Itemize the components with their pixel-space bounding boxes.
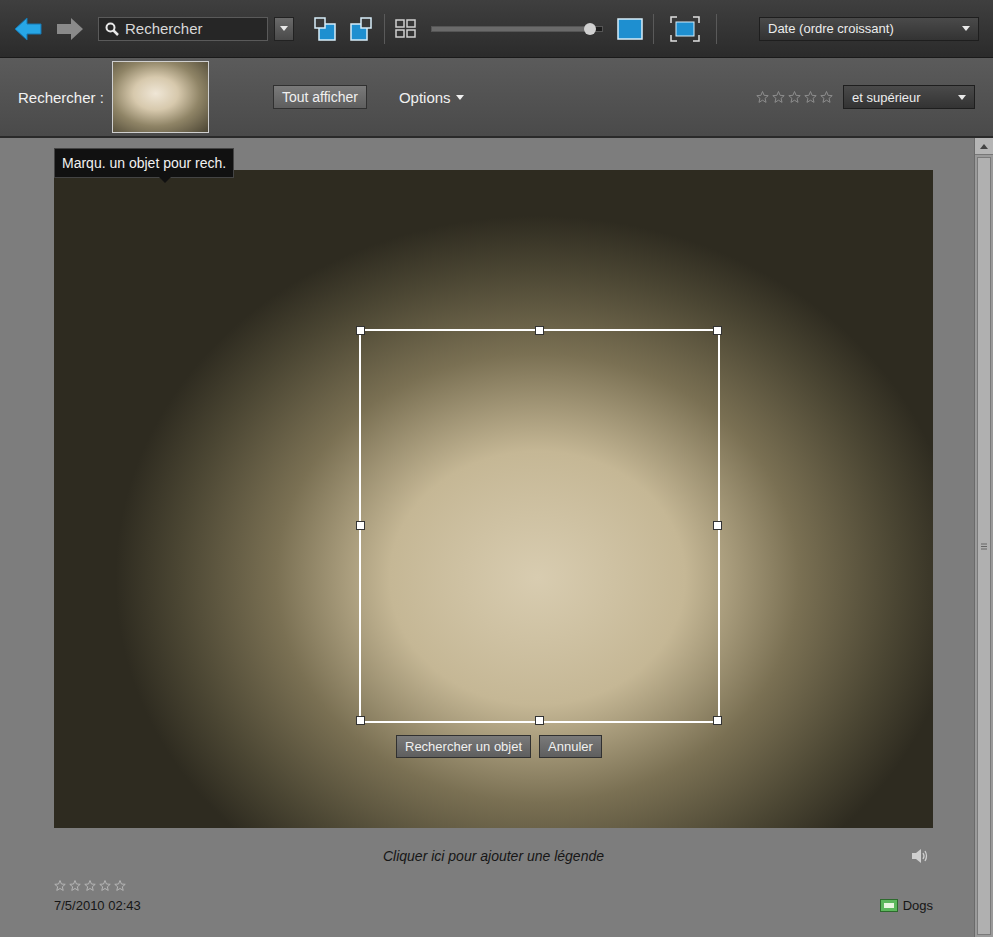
tag-list: Dogs bbox=[880, 898, 933, 913]
separator bbox=[384, 14, 385, 44]
rotate-right-icon[interactable] bbox=[348, 15, 374, 43]
separator bbox=[716, 14, 717, 44]
grip-icon bbox=[980, 543, 988, 550]
search-label[interactable]: Rechercher bbox=[125, 20, 203, 37]
show-all-button[interactable]: Tout afficher bbox=[273, 85, 367, 109]
zoom-slider-thumb[interactable] bbox=[584, 23, 596, 35]
star-icon[interactable] bbox=[114, 880, 126, 892]
selection-buttons: Rechercher un objet Annuler bbox=[396, 735, 602, 758]
top-toolbar: Rechercher Date (ordre croissant) bbox=[0, 0, 993, 58]
options-menu[interactable]: Options bbox=[399, 89, 464, 106]
dropdown-arrow-icon bbox=[962, 26, 970, 31]
magnifier-icon bbox=[105, 22, 119, 36]
resize-handle[interactable] bbox=[713, 521, 722, 530]
resize-handle[interactable] bbox=[356, 326, 365, 335]
fullscreen-icon[interactable] bbox=[670, 16, 700, 42]
up-arrow-icon bbox=[980, 144, 988, 149]
dropdown-arrow-icon bbox=[958, 95, 966, 100]
photo-meta: 7/5/2010 02:43 bbox=[54, 880, 141, 913]
star-rating[interactable] bbox=[54, 880, 141, 892]
scroll-thumb[interactable] bbox=[977, 157, 991, 935]
dropdown-arrow-icon bbox=[456, 95, 464, 100]
find-label: Rechercher : bbox=[18, 89, 104, 106]
search-field[interactable]: Rechercher bbox=[98, 17, 268, 41]
photo-info: 7/5/2010 02:43 Dogs bbox=[54, 880, 933, 913]
star-icon[interactable] bbox=[804, 91, 817, 104]
zoom-slider-fill bbox=[432, 27, 590, 31]
sort-value[interactable]: Date (ordre croissant) bbox=[768, 21, 894, 36]
main-area: Rechercher un objet Annuler Marqu. un obje… bbox=[0, 138, 993, 937]
cancel-button[interactable]: Annuler bbox=[539, 735, 602, 758]
tag-icon bbox=[880, 899, 898, 912]
star-icon[interactable] bbox=[69, 880, 81, 892]
find-bar: Rechercher : Tout afficher Options et supér… bbox=[0, 58, 993, 138]
find-object-button[interactable]: Rechercher un objet bbox=[396, 735, 531, 758]
star-icon[interactable] bbox=[772, 91, 785, 104]
resize-handle[interactable] bbox=[713, 716, 722, 725]
star-icon[interactable] bbox=[756, 91, 769, 104]
back-arrow-icon[interactable] bbox=[14, 16, 42, 42]
star-icon[interactable] bbox=[820, 91, 833, 104]
resize-handle[interactable] bbox=[713, 326, 722, 335]
resize-handle[interactable] bbox=[535, 716, 544, 725]
tag[interactable]: Dogs bbox=[880, 898, 933, 913]
star-icon[interactable] bbox=[99, 880, 111, 892]
search-thumbnail bbox=[112, 61, 209, 133]
tooltip-arrow bbox=[159, 177, 171, 183]
star-icon[interactable] bbox=[54, 880, 66, 892]
caption-row: Cliquer ici pour ajouter une légende bbox=[54, 846, 933, 866]
resize-handle[interactable] bbox=[356, 716, 365, 725]
photo-date: 7/5/2010 02:43 bbox=[54, 898, 141, 913]
star-rating[interactable] bbox=[756, 91, 833, 104]
star-icon[interactable] bbox=[788, 91, 801, 104]
rating-filter-value[interactable]: et supérieur bbox=[852, 90, 921, 105]
selection-rectangle[interactable] bbox=[359, 329, 720, 723]
tag-label[interactable]: Dogs bbox=[903, 898, 933, 913]
separator bbox=[653, 14, 654, 44]
photo-view: Rechercher un objet Annuler Marqu. un obje… bbox=[0, 138, 974, 937]
tooltip: Marqu. un objet pour rech. bbox=[54, 148, 234, 178]
resize-handle[interactable] bbox=[535, 326, 544, 335]
single-photo-icon[interactable] bbox=[617, 18, 643, 40]
options-label[interactable]: Options bbox=[399, 89, 451, 106]
photo[interactable]: Rechercher un objet Annuler bbox=[54, 170, 933, 828]
scrollbar[interactable] bbox=[974, 138, 993, 937]
grid-view-icon[interactable] bbox=[395, 19, 417, 39]
forward-arrow-icon[interactable] bbox=[56, 16, 84, 42]
resize-handle[interactable] bbox=[356, 521, 365, 530]
speaker-icon[interactable] bbox=[911, 848, 929, 864]
scroll-up-button[interactable] bbox=[975, 138, 993, 155]
rating-filter-dropdown[interactable]: et supérieur bbox=[843, 85, 975, 109]
dropdown-arrow-icon bbox=[280, 26, 288, 31]
star-icon[interactable] bbox=[84, 880, 96, 892]
zoom-slider[interactable] bbox=[431, 26, 603, 32]
rotate-left-icon[interactable] bbox=[312, 15, 338, 43]
search-dropdown-button[interactable] bbox=[274, 17, 294, 41]
sort-dropdown[interactable]: Date (ordre croissant) bbox=[759, 17, 979, 41]
caption[interactable]: Cliquer ici pour ajouter une légende bbox=[383, 848, 604, 864]
